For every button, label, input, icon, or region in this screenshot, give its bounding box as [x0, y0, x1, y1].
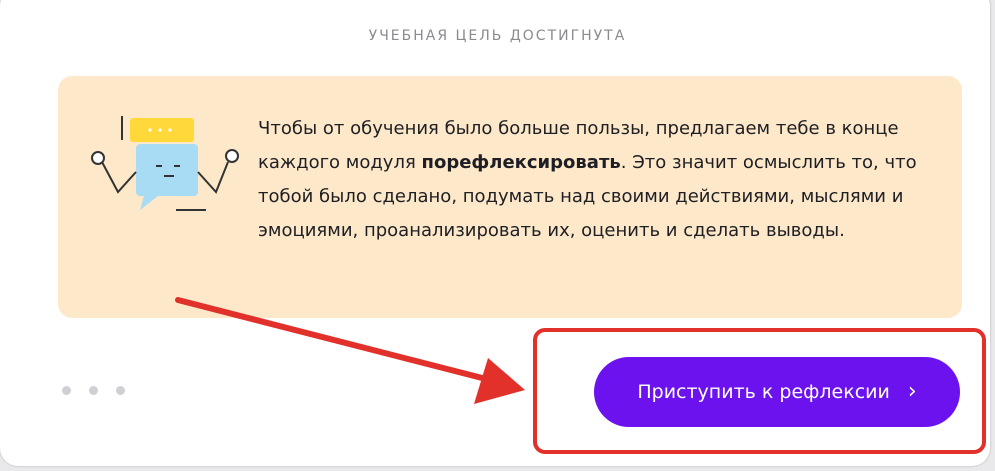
- page-title: УЧЕБНАЯ ЦЕЛЬ ДОСТИГНУТА: [368, 28, 627, 44]
- pagination-dots: [62, 386, 125, 395]
- chat-bubbles-icon: [91, 116, 239, 211]
- info-text: Чтобы от обучения было больше пользы, пр…: [258, 112, 938, 248]
- pagination-dot[interactable]: [62, 386, 71, 395]
- pagination-dot[interactable]: [116, 386, 125, 395]
- pagination-dot[interactable]: [89, 386, 98, 395]
- annotation-highlight-box: [533, 328, 986, 454]
- info-text-bold: порефлексировать: [421, 152, 621, 173]
